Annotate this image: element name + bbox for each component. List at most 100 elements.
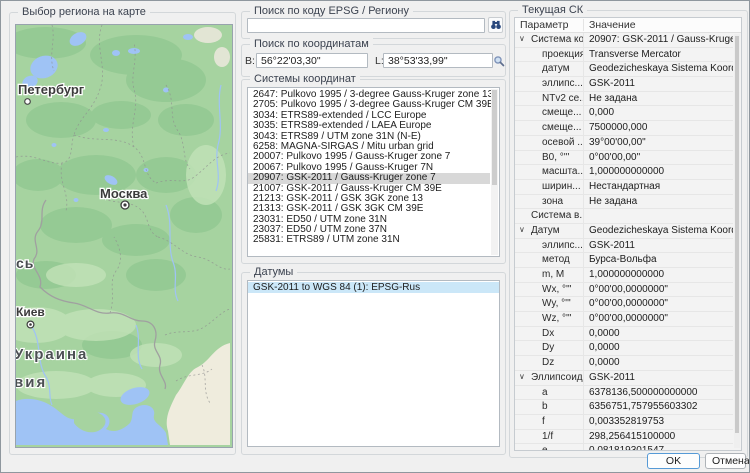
param-row[interactable]: a6378136,500000000000 — [515, 386, 733, 401]
param-name: Dx — [542, 327, 554, 341]
column-header-value[interactable]: Значение — [589, 18, 636, 33]
param-name: Система в... — [531, 209, 583, 223]
param-row[interactable]: Wy, °'" 0°00'00,0000000" — [515, 297, 733, 312]
map-label-kiev: Киев — [16, 305, 45, 319]
coord-search-title: Поиск по координатам — [250, 38, 373, 50]
param-row[interactable]: Dx 0,0000 — [515, 327, 733, 342]
param-name: Wy, °'" — [542, 297, 571, 311]
param-name: датум — [542, 62, 570, 76]
longitude-input[interactable] — [383, 53, 493, 68]
map-svg: Петербург Москва сь Киев Украина вия — [16, 25, 230, 445]
cs-list-scrollbar-thumb[interactable] — [492, 90, 497, 185]
datums-groupbox: Датумы GSK-2011 to WGS 84 (1): EPSG-Rus — [241, 272, 506, 455]
coordinate-search-button[interactable] — [493, 53, 505, 68]
datums-list[interactable]: GSK-2011 to WGS 84 (1): EPSG-Rus — [247, 280, 500, 447]
param-value — [584, 209, 733, 223]
param-row[interactable]: эллипс...GSK-2011 — [515, 239, 733, 254]
cs-list-item[interactable]: 25831: ETRS89 / UTM zone 31N — [248, 235, 490, 245]
param-value: Не задана — [584, 92, 733, 106]
param-row[interactable]: Система в... — [515, 209, 733, 224]
map-groupbox-title: Выбор региона на карте — [18, 6, 150, 18]
coordinate-systems-groupbox: Системы координат 2647: Pulkovo 1995 / 3… — [241, 79, 506, 264]
cs-list-item[interactable]: 20907: GSK-2011 / Gauss-Kruger zone 7 — [248, 173, 490, 183]
expand-arrow-icon[interactable]: ∨ — [519, 33, 525, 46]
param-value: 39°00'00,00" — [584, 136, 733, 150]
latitude-input[interactable] — [256, 53, 368, 68]
param-name: Эллипсоид — [531, 371, 583, 385]
table-header: Параметр Значение — [515, 18, 741, 33]
param-value: Не задана — [584, 195, 733, 209]
param-row[interactable]: зонаНе задана — [515, 195, 733, 210]
param-row[interactable]: NTv2 се...Не задана — [515, 92, 733, 107]
region-map[interactable]: Петербург Москва сь Киев Украина вия — [15, 24, 233, 448]
param-value: 298,256415100000 — [584, 430, 733, 444]
param-value: 7500000,000 — [584, 121, 733, 135]
param-name: метод — [542, 253, 570, 267]
param-row[interactable]: e0,081819301547 — [515, 444, 733, 450]
binoculars-search-button[interactable] — [488, 17, 503, 33]
column-header-parameter[interactable]: Параметр — [520, 18, 568, 33]
param-value: GSK-2011 — [584, 239, 733, 253]
param-name: 1/f — [542, 430, 553, 444]
param-name: Система ко... — [531, 33, 583, 47]
param-row[interactable]: методБурса-Вольфа — [515, 253, 733, 268]
param-row[interactable]: смеще...7500000,000 — [515, 121, 733, 136]
param-value: 0,0000 — [584, 327, 733, 341]
current-cs-table[interactable]: Параметр Значение ∨Система ко...20907: G… — [514, 17, 742, 451]
coordinate-systems-list[interactable]: 2647: Pulkovo 1995 / 3-degree Gauss-Krug… — [247, 87, 500, 257]
latitude-label: B: — [245, 55, 255, 67]
param-row[interactable]: ∨Система ко...20907: GSK-2011 / Gauss-Kr… — [515, 33, 733, 48]
param-name: b — [542, 400, 548, 414]
cs-list-scrollbar[interactable] — [491, 89, 498, 255]
param-row[interactable]: смеще...0,000 — [515, 106, 733, 121]
param-row[interactable]: m, M1,000000000000 — [515, 268, 733, 283]
param-row[interactable]: эллипс...GSK-2011 — [515, 77, 733, 92]
param-value: 0°00'00,0000000" — [584, 297, 733, 311]
table-scrollbar-thumb[interactable] — [735, 36, 739, 433]
param-row[interactable]: осевой ...39°00'00,00" — [515, 136, 733, 151]
param-row[interactable]: масшта...1,000000000000 — [515, 165, 733, 180]
cs-list-item[interactable]: 3035: ETRS89-extended / LAEA Europe — [248, 121, 490, 131]
param-value: Geodezicheskaya Sistema Koordinat 2011 — [584, 224, 733, 238]
param-row[interactable]: b 6356751,757955603302 — [515, 400, 733, 415]
coordinate-system-dialog: Выбор региона на карте — [0, 0, 750, 473]
map-label-region-partial-1: сь — [16, 255, 34, 271]
param-row[interactable]: f 0,003352819753 — [515, 415, 733, 430]
param-name: Dz — [542, 356, 554, 370]
param-row[interactable]: проекцияTransverse Mercator — [515, 48, 733, 63]
param-row[interactable]: Dz0,0000 — [515, 356, 733, 371]
map-groupbox: Выбор региона на карте — [9, 12, 236, 455]
param-value: 0°00'00,0000000" — [584, 312, 733, 326]
table-scrollbar[interactable] — [734, 34, 740, 448]
param-value: 6356751,757955603302 — [584, 400, 733, 414]
param-value: 0,081819301547 — [584, 444, 733, 450]
param-row[interactable]: Dy0,0000 — [515, 341, 733, 356]
magnifier-icon — [493, 55, 505, 67]
expand-arrow-icon[interactable]: ∨ — [519, 224, 525, 237]
param-row[interactable]: B0, °'"0°00'00,00" — [515, 151, 733, 166]
param-row[interactable]: ∨ Датум Geodezicheskaya Sistema Koordinat … — [515, 224, 733, 239]
param-row[interactable]: датумGeodezicheskaya Sistema Koordinat 2… — [515, 62, 733, 77]
coordinate-systems-title: Системы координат — [250, 73, 360, 85]
expand-arrow-icon[interactable]: ∨ — [519, 371, 525, 384]
epsg-search-input[interactable] — [247, 18, 485, 33]
param-name: Датум — [531, 224, 560, 238]
param-row[interactable]: 1/f 298,256415100000 — [515, 430, 733, 445]
param-row[interactable]: Wz, °'"0°00'00,0000000" — [515, 312, 733, 327]
datum-list-item[interactable]: GSK-2011 to WGS 84 (1): EPSG-Rus — [248, 282, 499, 293]
param-row[interactable]: ∨ЭллипсоидGSK-2011 — [515, 371, 733, 386]
param-value: 0,003352819753 — [584, 415, 733, 429]
param-name: эллипс... — [542, 77, 583, 91]
param-name: NTv2 се... — [542, 92, 583, 106]
datums-title: Датумы — [250, 266, 297, 278]
param-name: смеще... — [542, 106, 581, 120]
current-cs-title: Текущая СК — [518, 4, 587, 16]
param-name: a — [542, 386, 548, 400]
param-name: m, M — [542, 268, 564, 282]
param-row[interactable]: Wx, °'"0°00'00,0000000" — [515, 283, 733, 298]
param-name: B0, °'" — [542, 151, 569, 165]
cancel-button[interactable]: Отмена — [705, 453, 746, 469]
param-name: f — [542, 415, 545, 429]
ok-button[interactable]: OK — [647, 453, 700, 469]
param-row[interactable]: ширин...Нестандартная — [515, 180, 733, 195]
